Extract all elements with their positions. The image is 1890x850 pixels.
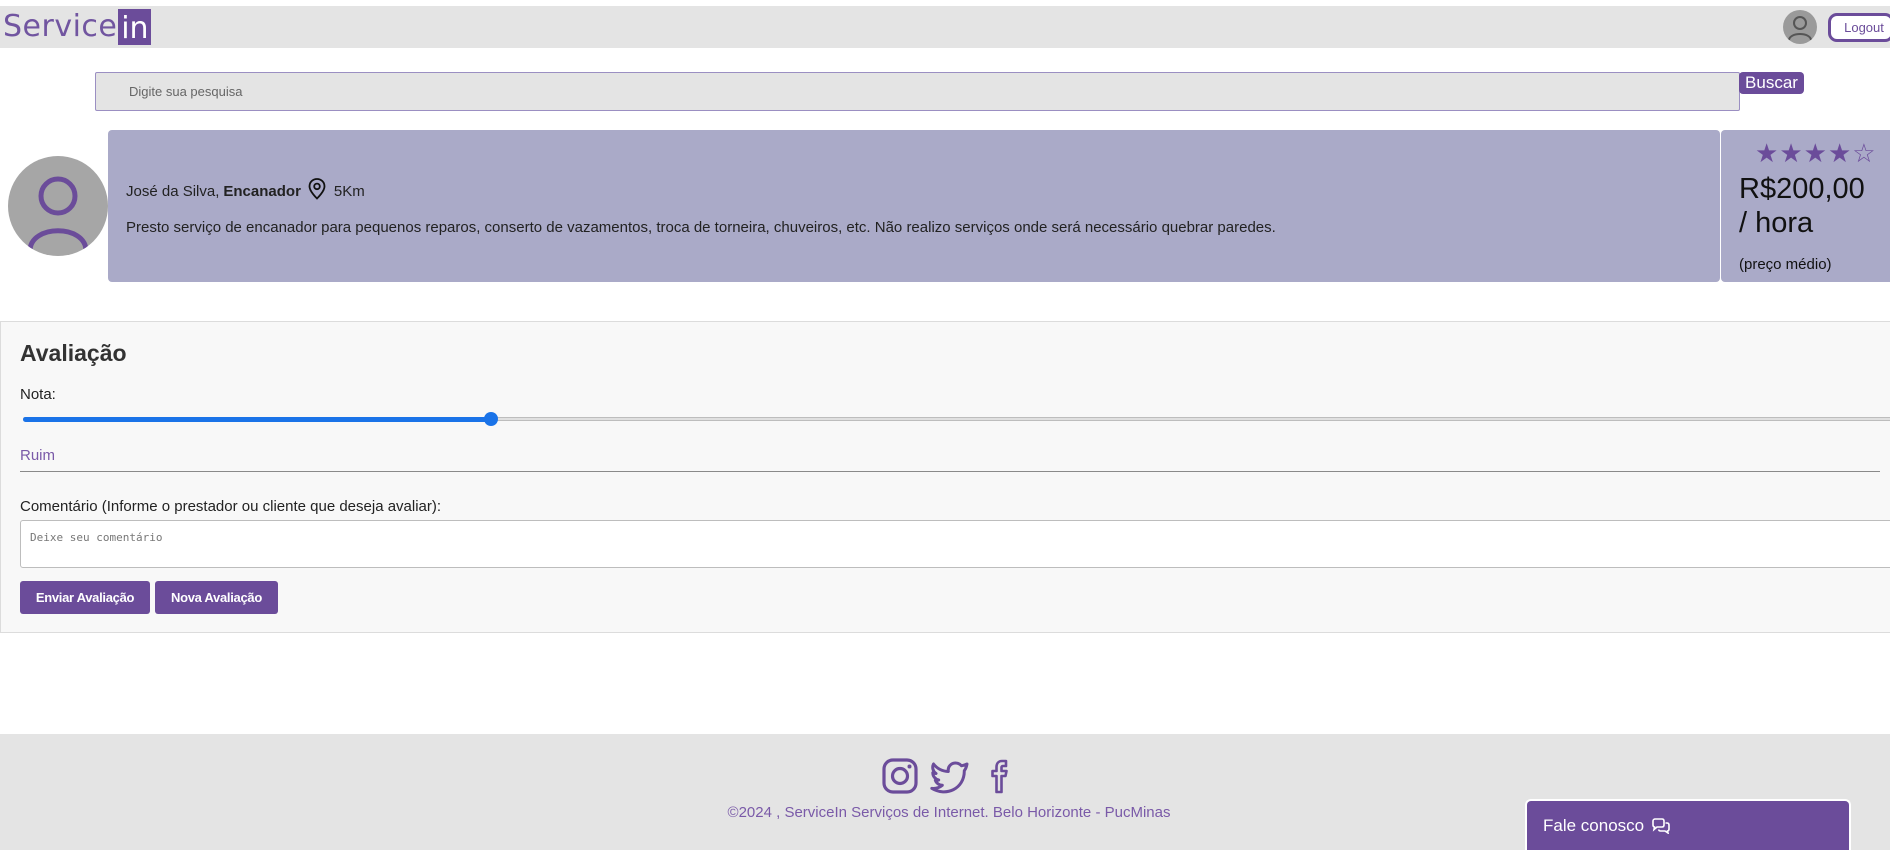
- social-links: [880, 756, 1020, 796]
- provider-description: Presto serviço de encanador para pequeno…: [126, 219, 1276, 236]
- top-header: Service in Logout: [0, 6, 1890, 48]
- provider-distance: 5Km: [333, 182, 365, 200]
- new-evaluation-button[interactable]: Nova Avaliação: [155, 581, 278, 614]
- price-amount: R$200,00: [1739, 173, 1865, 205]
- rating-slider[interactable]: [23, 412, 1890, 426]
- comment-label: Comentário (Informe o prestador ou clien…: [20, 498, 442, 515]
- servicein-logo[interactable]: Service in: [3, 9, 152, 46]
- search-button[interactable]: Buscar: [1739, 72, 1804, 94]
- slider-thumb[interactable]: [483, 412, 498, 426]
- star-filled-icon: ★: [1827, 138, 1852, 168]
- price-unit: / hora: [1739, 207, 1814, 239]
- provider-header: José da Silva, Encanador 5Km: [126, 178, 365, 204]
- comment-textarea[interactable]: [20, 520, 1890, 568]
- contact-us-button[interactable]: Fale conosco: [1525, 799, 1851, 850]
- logo-box: in: [118, 9, 152, 46]
- star-filled-icon: ★: [1779, 138, 1803, 168]
- rating-stars: ★ ★ ★ ★ ☆: [1755, 140, 1876, 166]
- rating-divider: [20, 471, 1880, 472]
- location-pin-icon: [308, 178, 326, 204]
- instagram-icon[interactable]: [880, 756, 920, 796]
- slider-fill: [23, 417, 491, 422]
- provider-name: José da Silva,: [126, 182, 220, 200]
- star-filled-icon: ★: [1803, 138, 1827, 168]
- price-value: R$200,00 / hora: [1739, 172, 1865, 240]
- price-card: ★ ★ ★ ★ ☆ R$200,00 / hora (preço médio): [1721, 130, 1890, 282]
- search-input[interactable]: [95, 72, 1740, 111]
- twitter-icon[interactable]: [930, 756, 970, 796]
- chat-bubbles-icon: [1652, 817, 1670, 834]
- facebook-icon[interactable]: [980, 756, 1020, 796]
- provider-card[interactable]: José da Silva, Encanador 5Km Presto serv…: [108, 130, 1720, 282]
- user-avatar-icon[interactable]: [1783, 10, 1817, 44]
- price-note: (preço médio): [1739, 256, 1832, 273]
- provider-profession: Encanador: [223, 182, 301, 200]
- send-evaluation-button[interactable]: Enviar Avaliação: [20, 581, 150, 614]
- evaluation-title: Avaliação: [20, 340, 127, 366]
- contact-us-label: Fale conosco: [1543, 815, 1645, 835]
- rating-text: Ruim: [20, 447, 56, 464]
- provider-avatar-icon: [8, 156, 108, 256]
- evaluation-section: Avaliação Nota: Ruim Comentário (Informe…: [0, 321, 1890, 633]
- logo-text: Service: [3, 9, 118, 44]
- logout-button[interactable]: Logout: [1828, 13, 1890, 42]
- nota-label: Nota:: [20, 386, 56, 403]
- star-filled-icon: ★: [1755, 138, 1779, 168]
- star-empty-icon: ☆: [1852, 138, 1876, 168]
